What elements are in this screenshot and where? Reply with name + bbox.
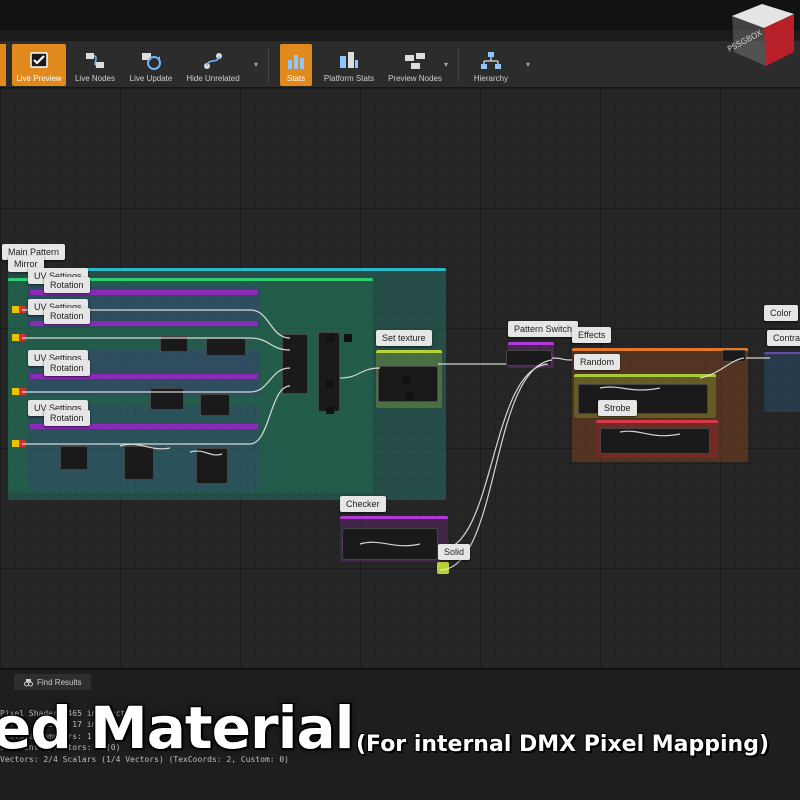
live-preview-label: Live Preview xyxy=(16,74,62,83)
label-set-texture[interactable]: Set texture xyxy=(376,330,432,346)
find-results-label: Find Results xyxy=(37,677,82,687)
live-update-label: Live Update xyxy=(129,74,173,83)
preview-nodes-label: Preview Nodes xyxy=(388,74,442,83)
live-preview-button[interactable]: Live Preview xyxy=(12,44,66,86)
hide-unrelated-icon xyxy=(204,53,222,69)
platform-stats-label: Platform Stats xyxy=(323,74,375,83)
label-pattern-switch[interactable]: Pattern Switch xyxy=(508,321,579,337)
connection-wires xyxy=(22,309,770,571)
label-effects[interactable]: Effects xyxy=(572,327,612,343)
toolbar-partial-button[interactable] xyxy=(0,44,6,86)
label-rotation-3[interactable]: Rotation xyxy=(44,360,90,376)
hierarchy-label: Hierarchy xyxy=(473,74,509,83)
editor-toolbar: Live Preview Live Nodes Live Update Hide… xyxy=(0,42,800,88)
live-update-icon xyxy=(142,53,161,70)
find-results-tab[interactable]: Find Results xyxy=(14,674,92,690)
label-strobe[interactable]: Strobe xyxy=(598,400,637,416)
platform-stats-button[interactable]: Platform Stats xyxy=(318,44,380,86)
label-color[interactable]: Color xyxy=(764,305,798,321)
label-rotation-1[interactable]: Rotation xyxy=(44,277,90,293)
window-title-bar xyxy=(0,0,800,30)
hierarchy-dropdown-icon[interactable]: ▾ xyxy=(526,60,530,69)
stats-icon xyxy=(288,55,304,69)
label-random[interactable]: Random xyxy=(574,354,621,370)
label-rotation-2[interactable]: Rotation xyxy=(44,308,90,324)
hide-unrelated-dropdown-icon[interactable]: ▾ xyxy=(254,60,258,69)
preview-nodes-icon xyxy=(405,53,425,69)
platform-stats-icon xyxy=(340,52,358,68)
hide-unrelated-label: Hide Unrelated xyxy=(186,74,240,83)
overlay-headline: ed Material xyxy=(0,694,354,762)
hide-unrelated-button[interactable]: Hide Unrelated xyxy=(182,44,244,86)
material-graph-canvas[interactable]: Main Pattern Mirror UV Settings Rotation… xyxy=(0,88,800,668)
label-solid[interactable]: Solid xyxy=(438,544,471,560)
hierarchy-icon xyxy=(481,52,501,69)
tab-strip xyxy=(0,30,800,42)
label-checker[interactable]: Checker xyxy=(340,496,386,512)
live-nodes-button[interactable]: Live Nodes xyxy=(70,44,120,86)
label-contrast[interactable]: Contra xyxy=(767,330,800,346)
stats-button[interactable]: Stats xyxy=(280,44,312,86)
live-update-button[interactable]: Live Update xyxy=(124,44,178,86)
live-nodes-label: Live Nodes xyxy=(74,74,116,83)
preview-nodes-dropdown-icon[interactable]: ▾ xyxy=(444,60,448,69)
checkbox-icon xyxy=(30,52,48,68)
hierarchy-button[interactable]: Hierarchy xyxy=(466,44,516,86)
preview-nodes-button[interactable]: Preview Nodes xyxy=(384,44,446,86)
overlay-subheadline: (For internal DMX Pixel Mapping) xyxy=(356,732,770,757)
live-nodes-icon xyxy=(86,53,104,68)
toolbar-separator xyxy=(268,48,269,82)
stats-label: Stats xyxy=(286,74,306,83)
label-rotation-4[interactable]: Rotation xyxy=(44,410,90,426)
binoculars-icon xyxy=(24,678,33,686)
toolbar-separator xyxy=(458,48,459,82)
